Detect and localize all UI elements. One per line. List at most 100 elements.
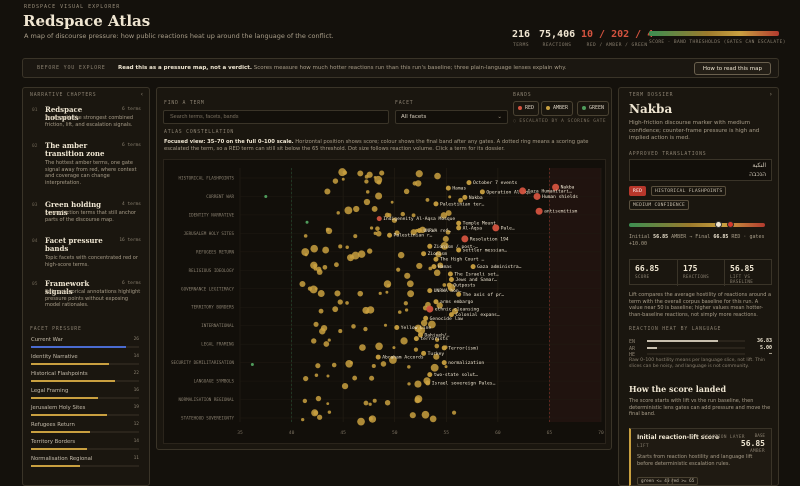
facet-label: Territory Borders [31,439,76,445]
gauge-text-a: Initial [629,234,654,240]
facet-value: 19 [133,405,139,410]
amber-dot [363,326,368,332]
facet-select-value: All facets [401,114,427,120]
metric-reactions: 175 REACTIONS [677,260,724,286]
term-dot [441,360,447,366]
amber-dot [315,395,322,402]
amber-dot [311,338,317,344]
amber-dot [364,179,369,184]
term-dot [446,282,452,288]
amber-dot [332,178,339,184]
term-label: Zionism [428,251,448,257]
term-label: normalization [448,360,484,366]
amber-dot [369,226,374,230]
amber-dot [322,264,328,270]
collapse-right-icon[interactable]: › [770,91,772,98]
band-toggle-green[interactable]: GREEN [577,101,610,116]
term-dot [413,336,419,342]
amber-dot [400,211,406,217]
initial-score-marker [715,221,722,228]
term-dot [445,185,451,191]
y-category-label: RELIGIOUS IDEOLOGY [189,268,235,273]
facet-row[interactable]: Territory Borders 14 [31,439,139,450]
amber-dot [371,206,378,212]
facet-row[interactable]: Normalisation Regional 11 [31,456,139,467]
scatter-svg[interactable]: 35 40 45 50 55 60 65 70 HISTORICAL FLASHPOINTS CU… [164,160,607,445]
amber-dot [338,329,343,334]
score-layer-card[interactable]: Initial reaction-lift score REACTION LAY… [629,428,772,486]
stat-reactions: 75,406 REACTIONS [539,29,575,48]
amber-dot [357,170,364,177]
facet-value: 16 [133,388,139,393]
term-label: Gaza Humanitari… [528,188,572,194]
term-dot [519,187,527,195]
chapter-number: 01 [32,108,38,113]
how-to-read-button[interactable]: How to read this map [693,62,771,75]
amber-dot [444,365,448,369]
green-dot [250,362,254,366]
amber-dot [299,280,306,287]
facet-label: Jerusalem Holy Sites [31,405,86,411]
term-label: The High Court … [440,257,484,263]
amber-dot [434,343,440,349]
amber-dot [375,342,383,351]
amber-dot [434,172,441,180]
term-dot [426,305,434,313]
find-term-caption: FIND A TERM [164,101,205,106]
constellation-plot[interactable]: 35 40 45 50 55 60 65 70 HISTORICAL FLASHPOINTS CU… [163,159,606,444]
facet-bar-fill [31,397,98,399]
amber-dot [353,234,358,239]
facet-bar-fill [31,465,80,467]
gauge-readout: Initial 56.85 AMBER → Final 66.85 RED · … [629,234,772,248]
raw-hostility-note: Raw 0–100 hostility means per language s… [629,358,766,370]
chapter-desc: Topic facets with concentrated red or hi… [45,255,138,268]
amber-dot [415,170,423,178]
threshold-chip-red: red >= 65 [667,477,699,485]
facet-row[interactable]: Historical Flashpoints 22 [31,371,139,382]
term-dot [533,192,541,200]
amber-dot [325,227,330,232]
term-label: Resolution 194 [470,236,509,242]
facet-bar-fill [31,380,116,382]
y-category-label: NORMALISATION REGIONAL [179,397,235,402]
term-dot [447,271,453,277]
stat-value: 10 / 202 / 4 [581,29,654,40]
amber-dot [362,306,370,314]
layer-lift-label: LIFT [637,444,649,449]
amber-dot [326,374,330,378]
facet-bar-track [31,380,139,382]
amber-dot [397,310,402,314]
term-search-input[interactable] [163,110,389,124]
facet-bar-track [31,397,139,399]
amber-dot [430,363,439,372]
x-tick-label: 60 [495,430,501,436]
facet-select[interactable]: All facets ⌄ [395,110,508,124]
amber-dot [318,308,324,314]
facet-row[interactable]: Jerusalem Holy Sites 19 [31,405,139,416]
term-dot [423,315,429,321]
amber-dot [326,402,330,406]
term-label: Terror(ism) [448,345,478,351]
facet-value: 12 [133,422,139,427]
tag-confidence: MEDIUM CONFIDENCE [629,200,690,210]
facet-label: Current War [31,337,63,343]
facet-row[interactable]: Legal Framing 16 [31,388,139,399]
band-toggle-amber[interactable]: AMBER [541,101,574,116]
metric-score: 66.85 SCORE [630,260,677,286]
term-dot [441,345,447,351]
amber-dot [414,395,423,403]
band-toggle-red[interactable]: RED [513,101,540,116]
amber-dot [327,338,331,342]
amber-dot [407,365,411,369]
facet-row[interactable]: Refugees Return 12 [31,422,139,433]
facet-row[interactable]: Identity Narrative 14 [31,354,139,365]
amber-dot [316,269,323,275]
term-label: Indigeneity Al-Aqsa Mosque [383,216,455,222]
term-description: High-friction discourse marker with medi… [629,120,760,141]
facet-row[interactable]: Current War 26 [31,337,139,348]
amber-dot [347,254,355,262]
collapse-left-icon[interactable]: ‹ [141,91,143,98]
stat-label: TERMS [513,43,530,48]
term-dot [466,180,472,186]
amber-dot [421,410,430,419]
